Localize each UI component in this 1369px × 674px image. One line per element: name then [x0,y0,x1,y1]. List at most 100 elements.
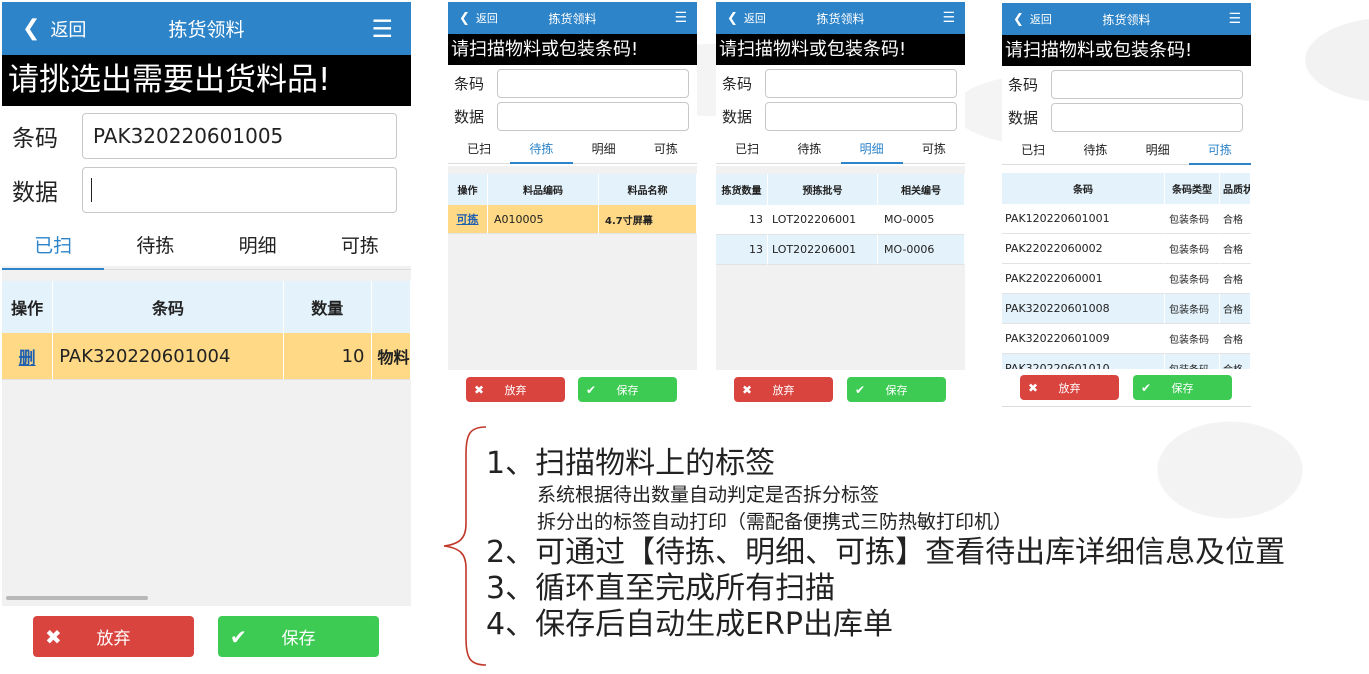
data-input[interactable] [82,167,397,213]
discard-button[interactable]: ✖ 放弃 [33,616,194,657]
tab-to-pick[interactable]: 待拣 [1064,137,1126,164]
barcode-input[interactable] [497,69,689,98]
app-header: ❮ 返回 拣货领料 ☰ [448,2,697,34]
barcode-input[interactable] [1051,70,1243,99]
chevron-left-icon: ❮ [1013,11,1024,27]
save-button[interactable]: ✔ 保存 [847,377,946,402]
column-header-lot: 预拣批号 [768,174,878,205]
cell-barcode-type: 包装条码 [1165,324,1220,354]
tab-details[interactable]: 明细 [840,136,904,164]
step-3: 3、循环直至完成所有扫描 [486,571,836,607]
tab-pickable[interactable]: 可拣 [1188,137,1251,165]
cell-pick-qty: 13 [716,235,768,265]
instruction-banner: 请扫描物料或包装条码! [1002,35,1251,66]
horizontal-scrollbar[interactable] [6,596,148,600]
data-input[interactable] [1051,103,1243,132]
tab-bar: 已扫 待拣 明细 可拣 [716,136,965,164]
step-1: 1、扫描物料上的标签 [486,446,776,481]
barcode-label: 条码 [1008,76,1039,94]
cell-barcode-type: 包装条码 [1165,264,1220,294]
back-button[interactable]: ❮ 返回 [2,2,86,55]
x-icon: ✖ [1028,380,1039,395]
data-label: 数据 [454,108,485,126]
phone-screen-details: ❮ 返回 拣货领料 ☰ 请扫描物料或包装条码! 条码 数据 已扫 待拣 明细 可… [716,2,965,370]
table-row: PAK22022060002 包装条码 合格 [1002,234,1251,264]
barcode-value: PAK320220601005 [93,124,284,148]
tab-bar: 已扫 待拣 明细 可拣 [2,224,411,270]
cell-name: 物料 [371,333,411,380]
tab-to-pick[interactable]: 待拣 [778,136,840,163]
barcode-input[interactable] [765,69,957,98]
table-row: 13 LOT202206001 MO-0005 [716,205,965,235]
tab-details[interactable]: 明细 [207,224,309,269]
app-header: ❮ 返回 拣货领料 ☰ [1002,3,1251,35]
data-row: 数据 [2,166,411,214]
cell-barcode-type: 包装条码 [1165,294,1220,324]
save-label: 保存 [616,383,639,397]
hamburger-menu-icon[interactable]: ☰ [1228,3,1251,35]
step-2: 2、可通过【待拣、明细、可拣】查看待出库详细信息及位置 [486,535,1286,571]
discard-button[interactable]: ✖ 放弃 [1020,375,1119,400]
pickable-table: 条码 条码类型 品质状 PAK120220601001 包装条码 合格 PAK2… [1002,173,1251,369]
tab-scanned[interactable]: 已扫 [716,136,778,163]
tab-details[interactable]: 明细 [1127,137,1189,164]
check-icon: ✔ [1141,380,1152,395]
tab-details[interactable]: 明细 [573,136,635,163]
table-row: PAK120220601001 包装条码 合格 [1002,204,1251,234]
cell-quality: 合格 [1220,294,1251,324]
app-header: ❮ 返回 拣货领料 ☰ [716,2,965,34]
data-input[interactable] [497,102,689,131]
cell-barcode: PAK22022060001 [1002,264,1165,294]
table-row: 可拣 A010005 4.7寸屏幕 [448,205,697,234]
check-icon: ✔ [855,382,866,397]
delete-link[interactable]: 删 [2,333,54,380]
cell-quality: 合格 [1220,204,1251,234]
tab-pickable[interactable]: 可拣 [635,136,697,163]
save-button[interactable]: ✔ 保存 [578,377,677,402]
back-button[interactable]: ❮ 返回 [1002,3,1052,35]
cell-barcode: PAK22022060002 [1002,234,1165,264]
tab-to-pick[interactable]: 待拣 [104,224,206,269]
cell-barcode: PAK320220601004 [53,333,284,380]
save-button[interactable]: ✔ 保存 [218,616,379,657]
hamburger-menu-icon[interactable]: ☰ [371,2,411,55]
barcode-label: 条码 [12,126,58,152]
back-button[interactable]: ❮ 返回 [716,2,766,34]
column-header-action: 操作 [2,281,54,333]
table-row: PAK22022060001 包装条码 合格 [1002,264,1251,294]
cell-lot: LOT202206001 [768,205,878,235]
save-button[interactable]: ✔ 保存 [1133,375,1232,400]
column-header-barcode-type: 条码类型 [1165,173,1220,204]
tab-pickable[interactable]: 可拣 [309,224,411,269]
cell-item-name: 4.7寸屏幕 [599,205,697,234]
pick-link[interactable]: 可拣 [448,205,488,234]
back-button[interactable]: ❮ 返回 [448,2,498,34]
tab-scanned[interactable]: 已扫 [448,136,510,163]
cell-quality: 合格 [1220,234,1251,264]
tab-scanned[interactable]: 已扫 [2,224,105,270]
table-row: PAK320220601009 包装条码 合格 [1002,324,1251,354]
phone-screen-scanned: ❮ 返回 拣货领料 ☰ 请挑选出需要出货料品! 条码 PAK3202206010… [2,2,411,606]
tab-scanned[interactable]: 已扫 [1002,137,1064,164]
tab-to-pick[interactable]: 待拣 [510,136,573,164]
discard-label: 放弃 [96,629,131,649]
discard-button[interactable]: ✖ 放弃 [466,377,565,402]
data-input[interactable] [765,102,957,131]
phone-screen-pickable: ❮ 返回 拣货领料 ☰ 请扫描物料或包装条码! 条码 数据 已扫 待拣 明细 可… [1002,3,1251,407]
hamburger-menu-icon[interactable]: ☰ [942,2,965,34]
cell-quality: 合格 [1220,354,1251,369]
x-icon: ✖ [474,382,485,397]
instruction-notes: 1、扫描物料上的标签 系统根据待出数量自动判定是否拆分标签 拆分出的标签自动打印… [486,446,1285,643]
curly-brace [443,426,487,666]
cell-quality: 合格 [1220,324,1251,354]
instruction-banner: 请扫描物料或包装条码! [716,34,965,65]
column-header-quality: 品质状 [1220,173,1251,204]
discard-button[interactable]: ✖ 放弃 [734,377,833,402]
barcode-input[interactable]: PAK320220601005 [82,113,397,159]
data-label: 数据 [1008,109,1039,127]
barcode-label: 条码 [722,75,753,93]
tab-pickable[interactable]: 可拣 [903,136,965,163]
hamburger-menu-icon[interactable]: ☰ [674,2,697,34]
discard-label: 放弃 [1058,381,1081,395]
column-header-action: 操作 [448,174,488,205]
